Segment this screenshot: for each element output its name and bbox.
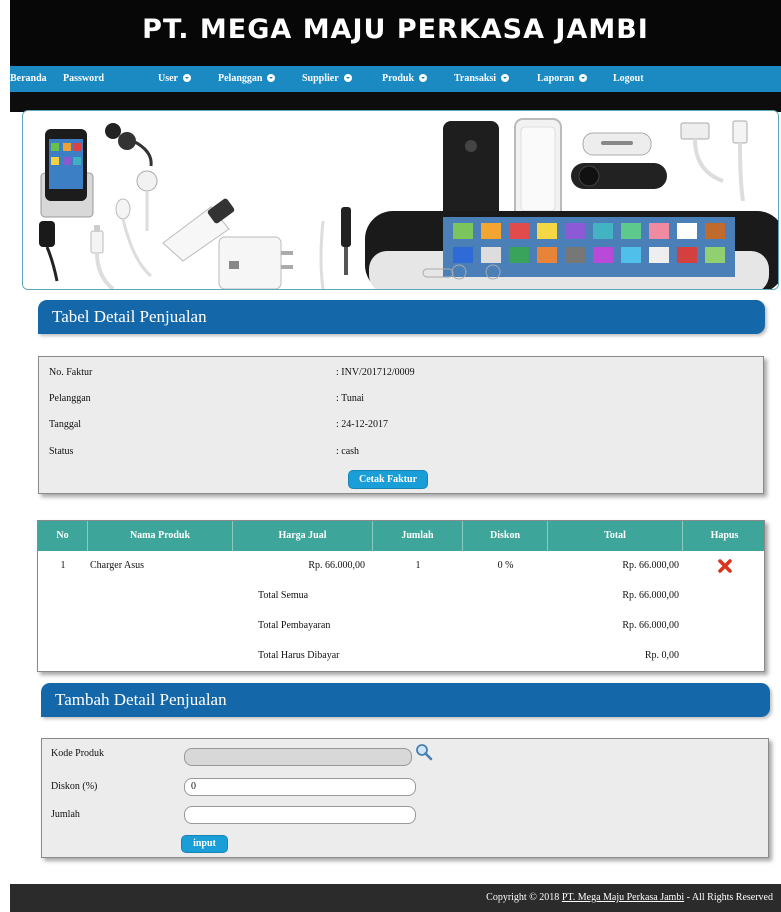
column-header-diskon: Diskon <box>463 521 548 551</box>
sales-detail-table: No Nama Produk Harga Jual Jumlah Diskon … <box>37 520 765 672</box>
diskon-label: Diskon (%) <box>51 781 98 792</box>
summary-value-total-semua: Rp. 66.000,00 <box>622 590 679 601</box>
table-row: 1 Charger Asus Rp. 66.000,00 1 0 % Rp. 6… <box>38 551 764 581</box>
nav-item-produk[interactable]: Produk <box>382 66 428 92</box>
section-title-text: Tabel Detail Penjualan <box>52 307 207 326</box>
cell-jumlah: 1 <box>415 560 421 571</box>
summary-value-total-harus-dibayar: Rp. 0,00 <box>644 650 679 661</box>
add-item-form: Kode Produk Diskon (%) 0 Jumlah input <box>41 738 769 858</box>
dropdown-caret-icon <box>343 73 352 82</box>
nav-label: Logout <box>613 73 644 84</box>
nav-label: Supplier <box>302 73 339 84</box>
nav-label: Password <box>63 73 105 84</box>
dropdown-caret-icon <box>501 73 510 82</box>
info-value-status: : cash <box>336 446 360 457</box>
nav-label: Transaksi <box>454 73 497 84</box>
invoice-info-panel: No. Faktur : INV/201712/0009 Pelanggan :… <box>38 356 764 494</box>
product-banner-illustration <box>23 111 778 289</box>
dropdown-caret-icon <box>579 73 588 82</box>
jumlah-input[interactable] <box>184 806 416 824</box>
jumlah-label: Jumlah <box>51 809 80 820</box>
summary-row: Total Semua Rp. 66.000,00 <box>38 581 764 611</box>
column-header-jumlah: Jumlah <box>373 521 463 551</box>
nav-item-logout[interactable]: Logout <box>613 66 644 92</box>
rights-text: - All Rights Reserved <box>684 892 773 903</box>
info-label-pelanggan: Pelanggan <box>49 393 91 404</box>
summary-value-total-pembayaran: Rp. 66.000,00 <box>622 620 679 631</box>
dropdown-caret-icon <box>419 73 428 82</box>
cell-total: Rp. 66.000,00 <box>622 560 679 571</box>
nav-item-supplier[interactable]: Supplier <box>302 66 352 92</box>
nav-label: Pelanggan <box>218 73 263 84</box>
summary-label-total-semua: Total Semua <box>258 590 309 601</box>
print-invoice-button[interactable]: Cetak Faktur <box>348 470 428 489</box>
search-icon[interactable] <box>415 743 433 761</box>
cell-no: 1 <box>60 560 66 571</box>
header-band <box>10 92 781 112</box>
column-header-total: Total <box>548 521 683 551</box>
column-header-hapus: Hapus <box>710 530 739 541</box>
dropdown-caret-icon <box>183 73 191 82</box>
summary-row: Total Pembayaran Rp. 66.000,00 <box>38 611 764 641</box>
section-title-detail: Tabel Detail Penjualan <box>38 300 765 334</box>
nav-item-laporan[interactable]: Laporan <box>537 66 588 92</box>
delete-item-button[interactable] <box>683 551 766 581</box>
main-nav: Beranda Password User Pelanggan Supplier… <box>10 66 781 92</box>
section-title-tambah: Tambah Detail Penjualan <box>41 683 770 717</box>
input-submit-button[interactable]: input <box>181 835 228 853</box>
summary-row: Total Harus Dibayar Rp. 0,00 <box>38 641 764 671</box>
dropdown-caret-icon <box>267 73 276 82</box>
cell-nama-produk: Charger Asus <box>90 560 144 571</box>
table-header: No Nama Produk Harga Jual Jumlah Diskon … <box>38 521 764 551</box>
banner-image <box>22 110 779 290</box>
info-value-pelanggan: : Tunai <box>336 393 365 404</box>
column-header-nama-produk: Nama Produk <box>88 521 233 551</box>
info-value-tanggal: : 24-12-2017 <box>336 419 388 430</box>
info-label-no-faktur: No. Faktur <box>49 367 93 378</box>
site-header: PT. MEGA MAJU PERKASA JAMBI <box>10 0 781 66</box>
column-header-harga-jual: Harga Jual <box>233 521 373 551</box>
diskon-input[interactable]: 0 <box>184 778 416 796</box>
kode-produk-label: Kode Produk <box>51 748 105 759</box>
info-value-no-faktur: : INV/201712/0009 <box>336 367 415 378</box>
nav-label: Produk <box>382 73 415 84</box>
site-footer: Copyright © 2018 PT. Mega Maju Perkasa J… <box>10 884 781 912</box>
nav-item-transaksi[interactable]: Transaksi <box>454 66 510 92</box>
company-link[interactable]: PT. Mega Maju Perkasa Jambi <box>562 892 684 903</box>
summary-label-total-harus-dibayar: Total Harus Dibayar <box>258 650 340 661</box>
copyright-text: Copyright © 2018 <box>486 892 562 903</box>
nav-item-beranda[interactable]: Beranda <box>10 66 47 92</box>
nav-label: User <box>158 73 178 84</box>
kode-produk-input[interactable] <box>184 748 412 766</box>
nav-item-user[interactable]: User <box>158 66 191 92</box>
site-title: PT. MEGA MAJU PERKASA JAMBI <box>142 14 649 45</box>
info-label-status: Status <box>49 446 74 457</box>
nav-item-password[interactable]: Password <box>63 66 104 92</box>
cell-diskon: 0 % <box>497 560 514 571</box>
cell-harga-jual: Rp. 66.000,00 <box>308 560 365 571</box>
delete-x-icon <box>717 558 732 573</box>
section-title-text: Tambah Detail Penjualan <box>55 690 227 709</box>
summary-label-total-pembayaran: Total Pembayaran <box>258 620 331 631</box>
column-header-no: No <box>38 521 88 551</box>
nav-item-pelanggan[interactable]: Pelanggan <box>218 66 276 92</box>
nav-label: Laporan <box>537 73 575 84</box>
info-label-tanggal: Tanggal <box>49 419 82 430</box>
nav-label: Beranda <box>10 73 47 84</box>
